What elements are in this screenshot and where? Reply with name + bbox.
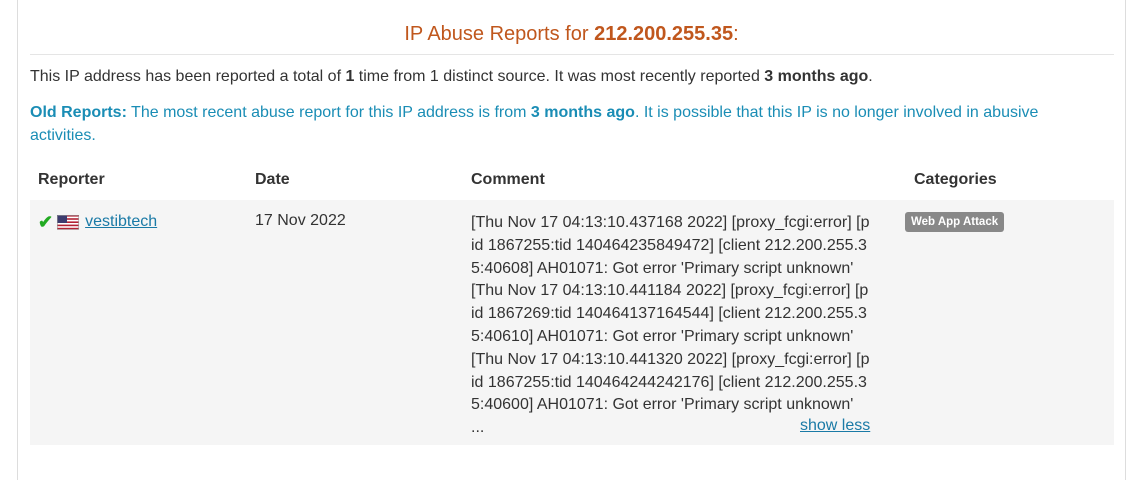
show-less-link[interactable]: show less xyxy=(800,417,870,435)
old-reports-time: 3 months ago xyxy=(530,104,635,121)
title-divider xyxy=(30,54,1114,55)
comment-line: [Thu Nov 17 04:13:10.437168 2022] [proxy… xyxy=(471,214,870,231)
recent-report-time: 3 months ago xyxy=(764,68,869,85)
comment-line: [Thu Nov 17 04:13:10.441184 2022] [proxy… xyxy=(471,282,869,300)
column-header-date: Date xyxy=(255,171,290,188)
title-ip: 212.200.255.35 xyxy=(594,23,734,45)
report-summary: This IP address has been reported a tota… xyxy=(30,68,873,85)
reporter-cell: ✔ vestibtech xyxy=(38,212,157,232)
comment-line: id 1867255:tid 140464244242176] [client … xyxy=(471,373,867,391)
column-header-categories: Categories xyxy=(914,171,997,188)
old-reports-notice: Old Reports: The most recent abuse repor… xyxy=(30,104,1039,144)
table-row: ✔ vestibtech 17 Nov 2022 [Thu Nov 17 04:… xyxy=(30,200,1114,445)
reporter-link[interactable]: vestibtech xyxy=(85,213,157,231)
reports-table: Reporter Date Comment Categories ✔ vesti… xyxy=(30,168,1114,445)
comment-line: id 1867255:tid 140464235849472] [client … xyxy=(471,236,867,254)
page-title: IP Abuse Reports for 212.200.255.35: xyxy=(404,23,739,45)
us-flag-icon xyxy=(57,214,80,230)
column-header-reporter: Reporter xyxy=(38,171,105,188)
comment-line: id 1867269:tid 140464137164544] [client … xyxy=(471,305,867,323)
category-badge[interactable]: Web App Attack xyxy=(905,212,1005,232)
report-date: 17 Nov 2022 xyxy=(255,212,346,229)
old-reports-label: Old Reports: xyxy=(30,104,127,121)
comment-ellipsis: ... xyxy=(471,419,485,436)
column-header-comment: Comment xyxy=(471,171,545,188)
comment-line: 5:40608] AH01071: Got error 'Primary scr… xyxy=(471,259,854,277)
check-icon: ✔ xyxy=(38,212,54,232)
table-header: Reporter Date Comment Categories xyxy=(30,168,1114,199)
comment-line: 5:40610] AH01071: Got error 'Primary scr… xyxy=(471,327,854,345)
comment-line: [Thu Nov 17 04:13:10.441320 2022] [proxy… xyxy=(471,350,870,368)
comment-line: 5:40600] AH01071: Got error 'Primary scr… xyxy=(471,396,854,414)
report-comment: [Thu Nov 17 04:13:10.437168 2022] [proxy… xyxy=(471,212,871,417)
